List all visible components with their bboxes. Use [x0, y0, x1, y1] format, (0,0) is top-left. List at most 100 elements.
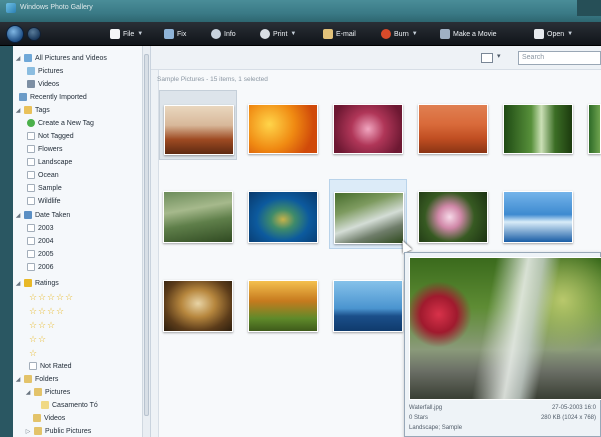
- tree-item-not-rated[interactable]: Not Rated: [29, 360, 72, 372]
- tree-item-label: 2004: [38, 237, 54, 245]
- photo-gallery-window: Windows Photo Gallery File ▼ Fix Info Pr…: [0, 0, 601, 437]
- tree-item-label: Wildlife: [38, 197, 61, 205]
- tree-item-folder-videos[interactable]: Videos: [33, 412, 65, 424]
- collapse-icon: ◢: [15, 55, 21, 62]
- five-star-icon: ☆ ☆ ☆ ☆ ☆: [29, 292, 74, 302]
- tree-item-videos[interactable]: Videos: [27, 78, 59, 90]
- tree-item-flowers[interactable]: Flowers: [27, 143, 63, 155]
- gallery-icon: [24, 54, 32, 62]
- collapse-icon: ◢: [15, 212, 21, 219]
- desktop-background: [0, 46, 13, 437]
- folder-icon: [34, 388, 42, 396]
- folder-icon: [34, 427, 42, 435]
- photo-partial: [588, 104, 601, 154]
- title-bar: Windows Photo Gallery: [0, 0, 601, 22]
- thumbnail-item[interactable]: [329, 179, 407, 249]
- tree-item-label: Folders: [35, 375, 59, 383]
- folder-icon: [41, 401, 49, 409]
- print-icon: [260, 29, 270, 39]
- forward-button[interactable]: [27, 27, 41, 41]
- preview-tooltip: Waterfall.jpg 27-05-2003 16:0 0 Stars 28…: [404, 252, 601, 437]
- thumbnail-item[interactable]: [159, 90, 237, 160]
- thumbnail-item[interactable]: [244, 90, 322, 160]
- tree-item-casamento[interactable]: Casamento Tó: [41, 399, 98, 411]
- tree-item-2006[interactable]: 2006: [27, 261, 54, 273]
- thumbnail-item[interactable]: [499, 179, 577, 249]
- thumbnail-item[interactable]: [159, 179, 237, 249]
- chevron-down-icon: ▼: [411, 31, 418, 37]
- tree-item-folders[interactable]: ◢ Folders: [15, 373, 58, 385]
- view-options-icon[interactable]: [481, 53, 493, 63]
- photo-valley: [163, 191, 233, 243]
- tree-item-folder-pictures[interactable]: ◢ Pictures: [25, 386, 70, 398]
- tree-item-label: Date Taken: [35, 211, 71, 219]
- tree-item-label: Landscape: [38, 158, 73, 166]
- rating-5-stars[interactable]: ☆ ☆ ☆ ☆ ☆: [29, 291, 73, 303]
- tree-item-2004[interactable]: 2004: [27, 235, 54, 247]
- tree-item-landscape[interactable]: Landscape: [27, 156, 72, 168]
- calendar-icon: [27, 250, 35, 258]
- tree-item-ocean[interactable]: Ocean: [27, 169, 59, 181]
- tree-item-all[interactable]: ◢ All Pictures and Videos: [15, 52, 107, 64]
- tree-item-tags[interactable]: ◢ Tags: [15, 104, 50, 116]
- rating-3-stars[interactable]: ☆ ☆ ☆: [29, 319, 55, 331]
- tree-item-label: 2003: [38, 224, 54, 232]
- tree-item-label: Recently Imported: [30, 93, 87, 101]
- tree-item-recently-imported[interactable]: Recently Imported: [19, 91, 87, 103]
- window-title: Windows Photo Gallery: [20, 4, 93, 11]
- collapse-icon: ◢: [15, 107, 21, 114]
- videos-icon: [27, 80, 35, 88]
- two-star-icon: ☆ ☆: [29, 334, 47, 344]
- photo-forest: [503, 104, 573, 154]
- tree-item-label: All Pictures and Videos: [35, 54, 107, 62]
- make-movie-button[interactable]: Make a Movie: [440, 27, 497, 41]
- tree-item-wildlife[interactable]: Wildlife: [27, 195, 61, 207]
- open-menu[interactable]: Open ▼: [534, 27, 573, 41]
- search-input[interactable]: Search: [518, 51, 601, 65]
- tree-item-label: Flowers: [38, 145, 63, 153]
- burn-menu[interactable]: Burn ▼: [381, 27, 418, 41]
- file-menu[interactable]: File ▼: [110, 27, 143, 41]
- tree-item-pictures[interactable]: Pictures: [27, 65, 63, 77]
- tree-item-public-pictures[interactable]: ▷ Public Pictures: [25, 425, 91, 437]
- thumbnail-item[interactable]: [414, 90, 492, 160]
- create-tag-item[interactable]: Create a New Tag: [27, 117, 94, 129]
- tree-item-sample[interactable]: Sample: [27, 182, 62, 194]
- rating-4-stars[interactable]: ☆ ☆ ☆ ☆: [29, 305, 64, 317]
- calendar-icon: [27, 263, 35, 271]
- print-menu[interactable]: Print ▼: [260, 27, 296, 41]
- chevron-down-icon[interactable]: ▾: [497, 52, 501, 60]
- info-button[interactable]: Info: [211, 27, 236, 41]
- rating-2-stars[interactable]: ☆ ☆: [29, 333, 46, 345]
- tree-item-2003[interactable]: 2003: [27, 222, 54, 234]
- fix-button[interactable]: Fix: [164, 27, 186, 41]
- thumbnail-item[interactable]: [329, 268, 407, 338]
- tree-item-not-tagged[interactable]: Not Tagged: [27, 130, 74, 142]
- thumbnail-item[interactable]: [244, 179, 322, 249]
- movie-icon: [440, 29, 450, 39]
- scrollbar-thumb[interactable]: [144, 54, 149, 416]
- group-header: Sample Pictures - 15 items, 1 selected: [157, 76, 268, 83]
- thumbnail-item[interactable]: [329, 90, 407, 160]
- sidebar-scrollbar[interactable]: [142, 46, 150, 437]
- one-star-icon: ☆: [29, 348, 38, 358]
- thumbnail-item[interactable]: [499, 90, 577, 160]
- tree-item-date-taken[interactable]: ◢ Date Taken: [15, 209, 70, 221]
- tree-item-ratings[interactable]: ◢ Ratings: [15, 277, 59, 289]
- photo-sea-turtle: [248, 191, 318, 243]
- tree-item-2005[interactable]: 2005: [27, 248, 54, 260]
- content-scrollbar[interactable]: [151, 70, 159, 437]
- rating-1-star[interactable]: ☆: [29, 347, 37, 359]
- email-button[interactable]: E-mail: [323, 27, 356, 41]
- photo-orchids: [418, 191, 488, 243]
- open-icon: [534, 29, 544, 39]
- thumbnail-item[interactable]: [414, 179, 492, 249]
- info-label: Info: [224, 30, 236, 38]
- thumbnail-item[interactable]: [244, 268, 322, 338]
- back-button[interactable]: [6, 25, 24, 43]
- collapse-icon: ◢: [15, 280, 21, 287]
- tree-item-label: Videos: [38, 80, 60, 88]
- expand-icon: ▷: [25, 428, 31, 435]
- close-button[interactable]: [577, 0, 601, 16]
- thumbnail-item[interactable]: [159, 268, 237, 338]
